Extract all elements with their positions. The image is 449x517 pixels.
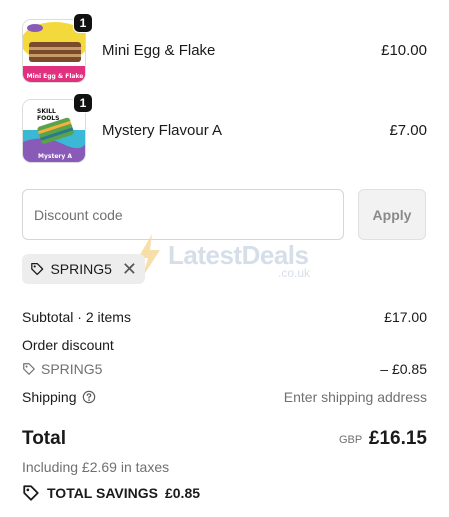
svg-text:FOOLS: FOOLS [37,115,59,122]
discount-code-line: SPRING5 [22,361,102,377]
tag-icon [23,485,39,501]
discount-code-text: SPRING5 [41,361,103,377]
cart-item: Mini Egg & Flake 1 Mini Egg & Flake £10.… [22,13,427,85]
apply-discount-button[interactable]: Apply [358,189,426,240]
tag-icon [23,363,35,375]
tax-note: Including £2.69 in taxes [22,459,170,475]
discount-value: – £0.85 [380,361,427,377]
thumb-label: Mini Egg & Flake [27,73,84,80]
savings-value: £0.85 [164,485,201,501]
latestdeals-watermark: LatestDeals .co.uk [130,234,330,284]
discount-code-input[interactable] [22,189,344,240]
quantity-badge: 1 [73,93,93,113]
applied-discount-chip: SPRING5 ✕ [22,254,145,284]
applied-code-label: SPRING5 [50,261,112,277]
item-name: Mystery Flavour A [102,122,223,139]
watermark-sub: .co.uk [278,266,311,280]
shipping-label: Shipping [22,389,77,405]
subtotal-value: £17.00 [384,309,427,325]
total-savings: TOTAL SAVINGS £0.85 [22,484,200,502]
cart-item: SKILL FOOLS Mystery A 1 Mystery Flavour … [22,93,427,165]
svg-text:SKILL: SKILL [37,108,56,115]
item-price: £7.00 [389,122,427,139]
shipping-value: Enter shipping address [283,389,427,405]
thumb-label: Mystery A [38,153,72,160]
close-icon[interactable]: ✕ [122,260,137,278]
order-discount-label: Order discount [22,337,114,353]
subtotal-label: Subtotal · 2 items [22,309,131,325]
total-label: Total [22,428,66,449]
tag-icon [31,262,44,276]
item-price: £10.00 [381,42,427,59]
total-amount: £16.15 [368,428,427,449]
currency-code: GBP [339,434,363,446]
quantity-badge: 1 [73,13,93,33]
savings-label: TOTAL SAVINGS [47,485,158,501]
shipping-label-group: Shipping [22,389,96,405]
help-icon[interactable] [82,390,96,404]
item-name: Mini Egg & Flake [102,42,216,59]
